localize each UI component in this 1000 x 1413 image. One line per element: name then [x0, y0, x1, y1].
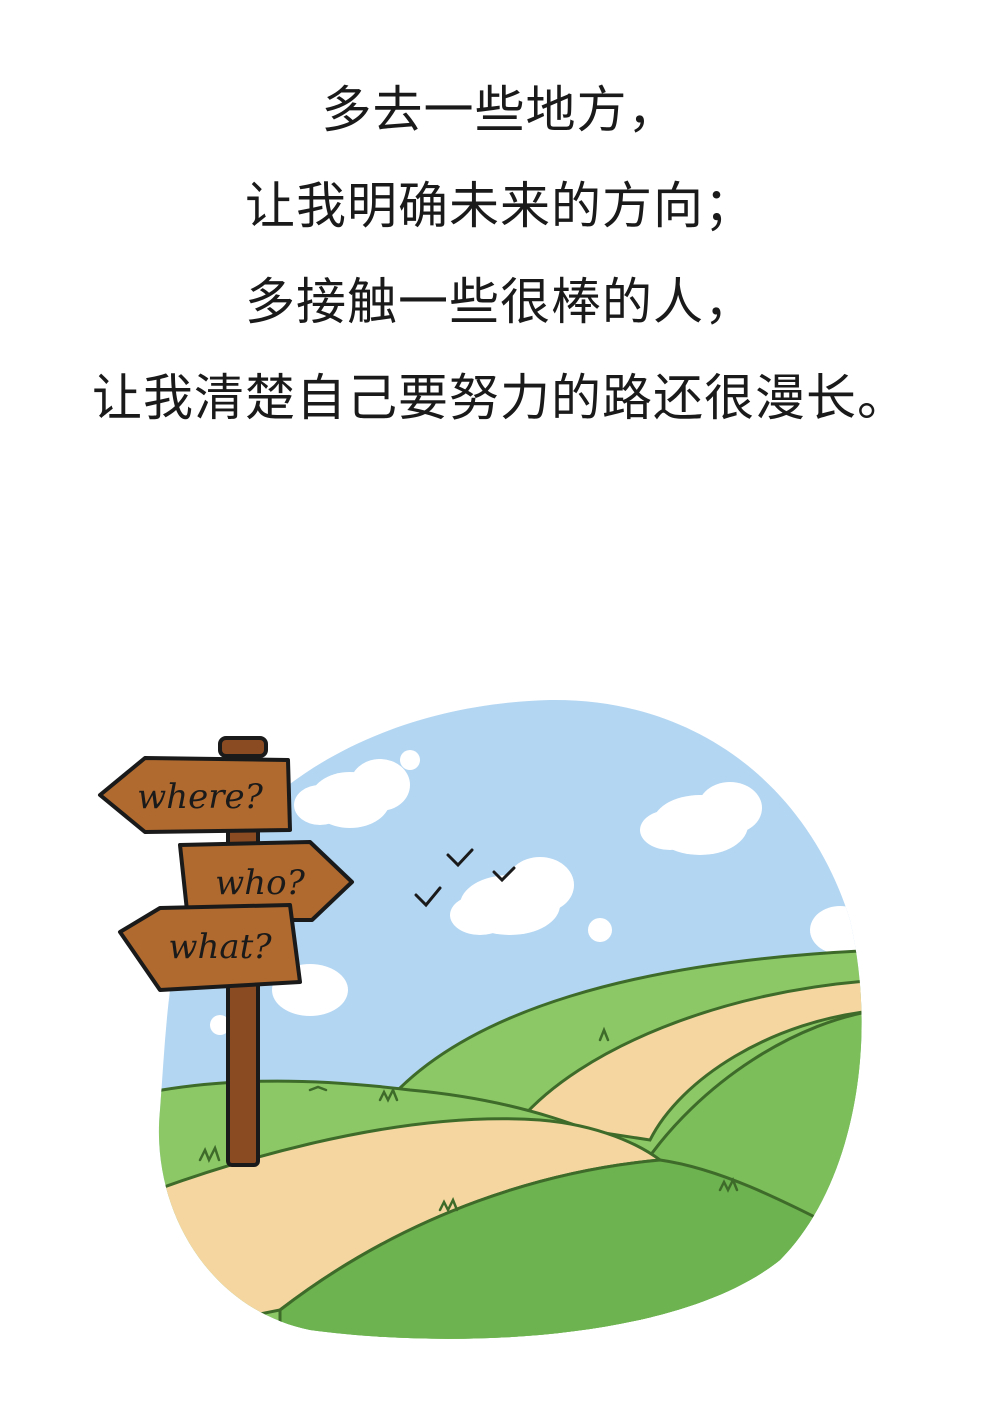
- sign-what-label: what?: [168, 927, 272, 967]
- poem-line-1: 多去一些地方，: [321, 81, 679, 139]
- poem-text: 多去一些地方， 让我明确未来的方向； 多接触一些很棒的人， 让我清楚自己要努力的…: [0, 62, 1000, 446]
- poem-line-2: 让我明确未来的方向；: [245, 177, 755, 235]
- cloud-icon: [810, 906, 862, 954]
- poem-line-4: 让我清楚自己要努力的路还很漫长。: [92, 369, 908, 427]
- poem-line-3: 多接触一些很棒的人，: [245, 273, 755, 331]
- landscape-illustration: where? who? what?: [98, 699, 862, 1339]
- sign-who-label: who?: [215, 863, 305, 903]
- sign-where-label: where?: [137, 777, 263, 817]
